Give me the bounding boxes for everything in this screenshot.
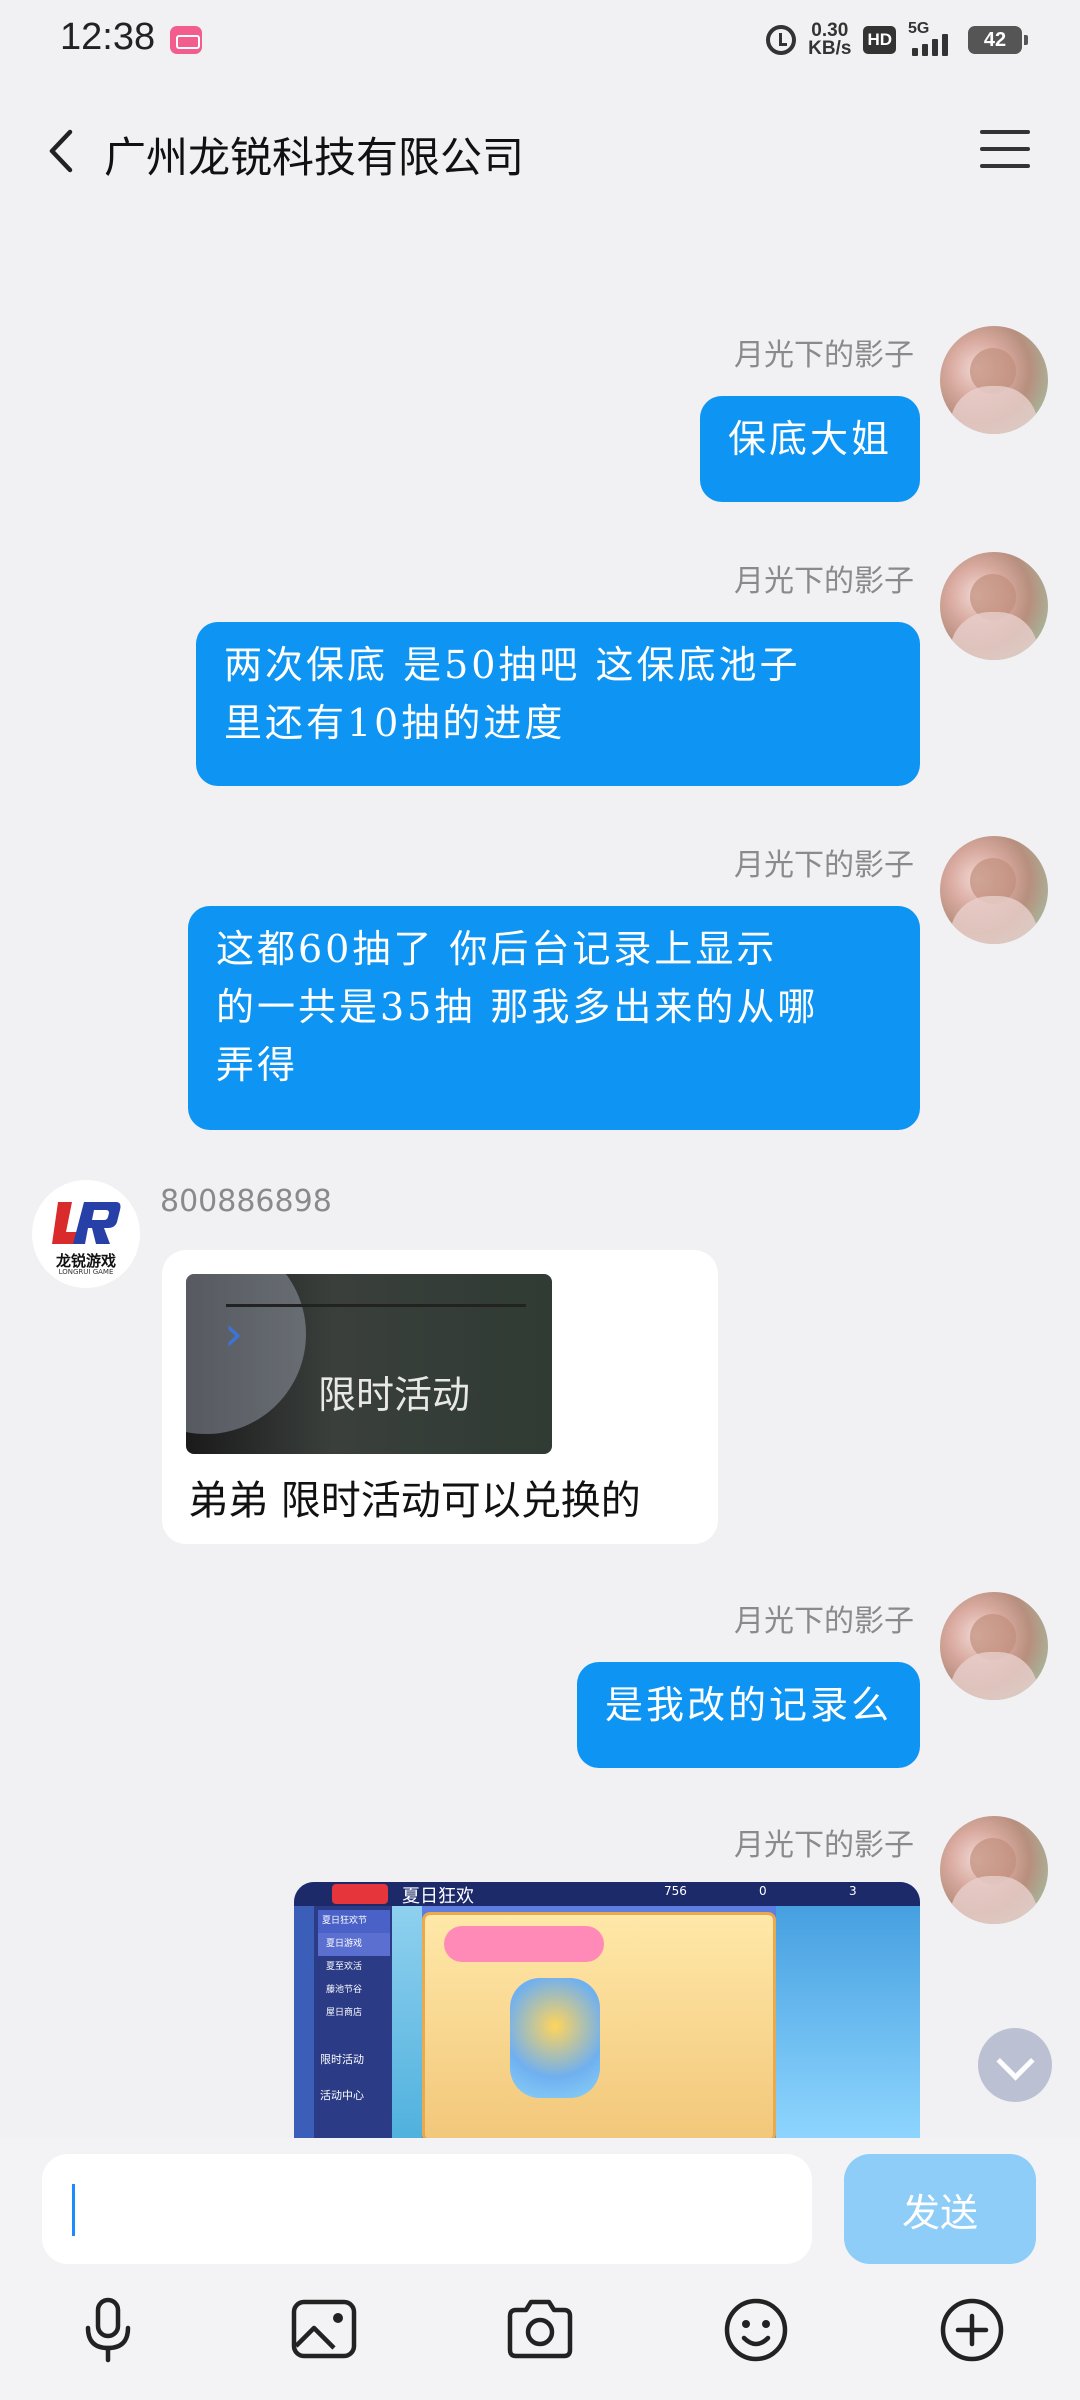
status-icons: 0.30 KB/s HD 5G 42 — [766, 18, 1028, 62]
chat-header: 广州龙锐科技有限公司 — [0, 96, 1080, 206]
text-caret — [72, 2184, 75, 2236]
input-area: 发送 — [0, 2138, 1080, 2400]
game-side-menu: 限时活动 活动中心 — [320, 2053, 364, 2102]
scroll-to-bottom-button[interactable] — [978, 2028, 1052, 2102]
network-speed: 0.30 KB/s — [808, 21, 852, 59]
battery-icon: 42 — [968, 26, 1028, 54]
send-button[interactable]: 发送 — [844, 2154, 1036, 2264]
page-title: 广州龙锐科技有限公司 — [104, 133, 525, 182]
message-outgoing: 月光下的影子 夏日狂欢 756 0 3 夏日狂欢节 夏日游戏 夏至欢活 藤池节谷… — [0, 206, 1080, 2138]
game-title: 夏日狂欢 — [402, 1886, 474, 1907]
user-avatar[interactable] — [940, 1816, 1048, 1924]
game-stat: 3 — [849, 1884, 857, 1898]
status-time: 12:38 — [60, 16, 156, 58]
alarm-icon — [766, 25, 797, 55]
sender-name: 月光下的影子 — [734, 1828, 914, 1863]
emoji-icon[interactable] — [716, 2290, 796, 2370]
message-input[interactable] — [42, 2154, 812, 2264]
game-stat: 0 — [759, 1884, 767, 1898]
image-icon[interactable] — [284, 2290, 364, 2370]
input-toolbar — [0, 2290, 1080, 2390]
back-arrow-icon[interactable] — [40, 126, 90, 176]
hd-badge: HD — [863, 26, 896, 54]
menu-icon[interactable] — [980, 128, 1030, 170]
network-type: 5G — [908, 20, 930, 37]
microphone-icon[interactable] — [68, 2290, 148, 2370]
network-speed-unit: KB/s — [808, 38, 852, 59]
status-bar: 12:38 0.30 KB/s HD 5G 42 — [0, 0, 1080, 80]
game-menu: 夏日狂欢节 夏日游戏 夏至欢活 藤池节谷 屋日商店 — [318, 1910, 390, 2025]
camera-icon[interactable] — [500, 2290, 580, 2370]
bilibili-app-icon — [170, 26, 202, 54]
battery-level: 42 — [983, 28, 1007, 51]
game-screenshot-image[interactable]: 夏日狂欢 756 0 3 夏日狂欢节 夏日游戏 夏至欢活 藤池节谷 屋日商店 限… — [294, 1882, 920, 2138]
chat-message-list[interactable]: 月光下的影子 保底大姐 月光下的影子 两次保底 是50抽吧 这保底池子 里还有1… — [0, 206, 1080, 2138]
game-stat: 756 — [664, 1884, 687, 1898]
signal-icon: 5G — [908, 20, 956, 58]
plus-circle-icon[interactable] — [932, 2290, 1012, 2370]
